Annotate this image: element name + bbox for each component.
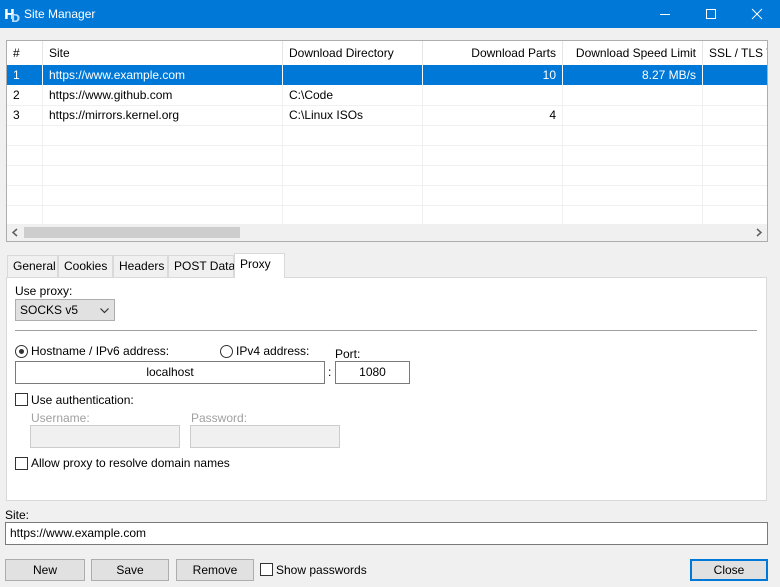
hp-logo-icon: H D (4, 5, 20, 23)
column-header-speed[interactable]: Download Speed Limit (563, 41, 703, 65)
separator (15, 330, 757, 331)
row-parts: 10 (423, 65, 563, 85)
password-input[interactable] (190, 425, 340, 448)
row-site: https://mirrors.kernel.org (43, 105, 283, 125)
row-speed: 8.27 MB/s (563, 65, 703, 85)
row-parts: 4 (423, 105, 563, 125)
row-directory (283, 65, 423, 85)
minimize-button[interactable] (642, 0, 688, 28)
scroll-left-button[interactable] (7, 224, 24, 241)
proxy-type-select[interactable]: SOCKS v5 (15, 299, 115, 321)
column-header-parts[interactable]: Download Parts (423, 41, 563, 65)
new-button[interactable]: New (5, 559, 85, 581)
resolve-domains-checkbox[interactable] (15, 457, 28, 470)
password-label: Password: (191, 411, 248, 425)
close-icon (751, 8, 763, 20)
proxy-port-input[interactable]: 1080 (335, 361, 410, 384)
svg-text:D: D (11, 12, 20, 23)
scrollbar-thumb[interactable] (24, 227, 240, 238)
resolve-domains-label[interactable]: Allow proxy to resolve domain names (31, 456, 230, 470)
tab-cookies[interactable]: Cookies (58, 255, 113, 277)
show-passwords-label[interactable]: Show passwords (276, 563, 367, 577)
table-header: # Site Download Directory Download Parts… (7, 41, 767, 65)
column-header-ssl[interactable]: SSL / TLS Ve (703, 41, 767, 65)
chevron-left-icon (11, 228, 18, 237)
row-parts (423, 85, 563, 105)
row-directory: C:\Linux ISOs (283, 105, 423, 125)
ipv4-radio-label[interactable]: IPv4 address: (236, 344, 309, 358)
port-label: Port: (335, 347, 361, 361)
title-bar: H D Site Manager (0, 0, 780, 28)
close-window-button[interactable] (734, 0, 780, 28)
column-header-directory[interactable]: Download Directory (283, 41, 423, 65)
proxy-address-input[interactable]: localhost (15, 361, 325, 384)
address-port-separator: : (328, 365, 332, 379)
row-number: 2 (7, 85, 43, 105)
use-authentication-label[interactable]: Use authentication: (31, 393, 134, 407)
show-passwords-checkbox[interactable] (260, 563, 273, 576)
row-number: 3 (7, 105, 43, 125)
row-speed (563, 85, 703, 105)
username-label: Username: (31, 411, 90, 425)
scroll-right-button[interactable] (750, 224, 767, 241)
site-url-input[interactable]: https://www.example.com (5, 522, 768, 545)
table-row[interactable]: 2 https://www.github.com C:\Code (7, 85, 767, 105)
remove-button[interactable]: Remove (176, 559, 254, 581)
table-row[interactable]: 3 https://mirrors.kernel.org C:\Linux IS… (7, 105, 767, 125)
username-input[interactable] (30, 425, 180, 448)
tab-headers[interactable]: Headers (113, 255, 168, 277)
chevron-down-icon (100, 308, 109, 314)
row-speed (563, 105, 703, 125)
close-button[interactable]: Close (690, 559, 768, 581)
hostname-radio-label[interactable]: Hostname / IPv6 address: (31, 344, 169, 358)
horizontal-scrollbar[interactable] (7, 224, 767, 241)
use-authentication-checkbox[interactable] (15, 393, 28, 406)
row-site: https://www.github.com (43, 85, 283, 105)
proxy-type-value: SOCKS v5 (20, 303, 79, 317)
use-proxy-label: Use proxy: (15, 284, 73, 298)
tab-general[interactable]: General (7, 255, 58, 277)
row-directory: C:\Code (283, 85, 423, 105)
radio-selected-dot (19, 349, 24, 354)
column-header-number[interactable]: # (7, 41, 43, 65)
maximize-icon (706, 9, 716, 19)
maximize-button[interactable] (688, 0, 734, 28)
minimize-icon (660, 14, 670, 15)
hostname-radio[interactable] (15, 345, 28, 358)
tab-post-data[interactable]: POST Data (168, 255, 235, 277)
row-number: 1 (7, 65, 43, 85)
save-button[interactable]: Save (91, 559, 169, 581)
chevron-right-icon (756, 228, 763, 237)
site-label: Site: (5, 508, 30, 522)
row-site: https://www.example.com (43, 65, 283, 85)
table-row[interactable]: 1 https://www.example.com 10 8.27 MB/s (7, 65, 767, 85)
window-title: Site Manager (24, 7, 96, 21)
sites-table[interactable]: # Site Download Directory Download Parts… (6, 40, 768, 242)
ipv4-radio[interactable] (220, 345, 233, 358)
column-header-site[interactable]: Site (43, 41, 283, 65)
tab-proxy[interactable]: Proxy (234, 253, 285, 278)
